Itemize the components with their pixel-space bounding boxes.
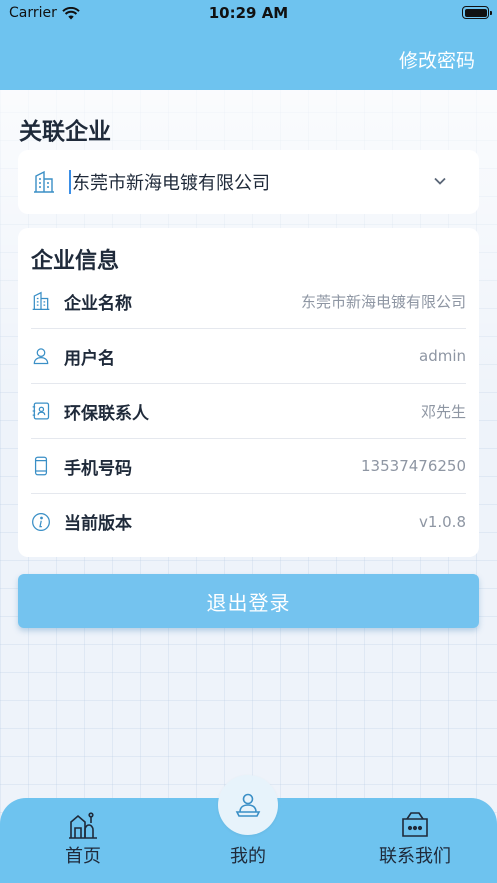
tab-label: 联系我们 — [379, 846, 451, 867]
chat-icon — [402, 812, 428, 837]
tab-label: 我的 — [230, 846, 266, 867]
tab-home[interactable]: 首页 — [40, 798, 126, 883]
info-value: v1.0.8 — [418, 512, 466, 531]
info-value: 邓先生 — [420, 402, 466, 421]
linked-company-title: 关联企业 — [19, 119, 111, 145]
profile-icon — [235, 793, 261, 817]
text-cursor — [69, 170, 71, 194]
logout-button[interactable]: 退出登录 — [18, 574, 479, 628]
info-row-username: 用户名 admin — [31, 329, 466, 384]
user-icon — [33, 348, 49, 365]
status-time: 10:29 AM — [208, 4, 289, 22]
selected-company-name: 东莞市新海电镀有限公司 — [72, 173, 270, 194]
info-label: 当前版本 — [64, 514, 132, 534]
info-label: 手机号码 — [64, 458, 132, 479]
company-info-card: 企业信息 企业名称 东莞市新海电镀有限公司 用户名 admin 环保联系人 邓先… — [18, 228, 479, 557]
info-label: 用户名 — [64, 348, 115, 369]
battery-icon — [462, 6, 492, 19]
phone-icon — [34, 456, 48, 476]
info-value: 东莞市新海电镀有限公司 — [300, 292, 466, 311]
info-label: 企业名称 — [64, 293, 132, 314]
tab-contact[interactable]: 联系我们 — [355, 798, 475, 883]
info-icon — [32, 512, 50, 531]
building-icon — [32, 291, 50, 310]
status-bar: Carrier 10:29 AM — [0, 0, 497, 26]
info-value: admin — [419, 347, 466, 365]
info-row-phone: 手机号码 13537476250 — [31, 439, 466, 494]
info-row-contact: 环保联系人 邓先生 — [31, 384, 466, 439]
chevron-down-icon[interactable] — [433, 174, 447, 188]
building-icon — [34, 170, 54, 193]
company-info-title: 企业信息 — [31, 249, 120, 274]
contact-book-icon — [32, 402, 50, 420]
tab-label: 首页 — [65, 846, 101, 867]
profile-tab-button[interactable] — [218, 775, 278, 835]
company-select[interactable]: 东莞市新海电镀有限公司 — [18, 150, 479, 214]
change-password-button[interactable]: 修改密码 — [399, 46, 475, 73]
info-row-company-name: 企业名称 东莞市新海电镀有限公司 — [31, 274, 466, 329]
info-label: 环保联系人 — [64, 403, 149, 424]
info-row-version: 当前版本 v1.0.8 — [31, 494, 466, 549]
home-icon — [69, 812, 97, 839]
info-value: 13537476250 — [361, 457, 466, 475]
